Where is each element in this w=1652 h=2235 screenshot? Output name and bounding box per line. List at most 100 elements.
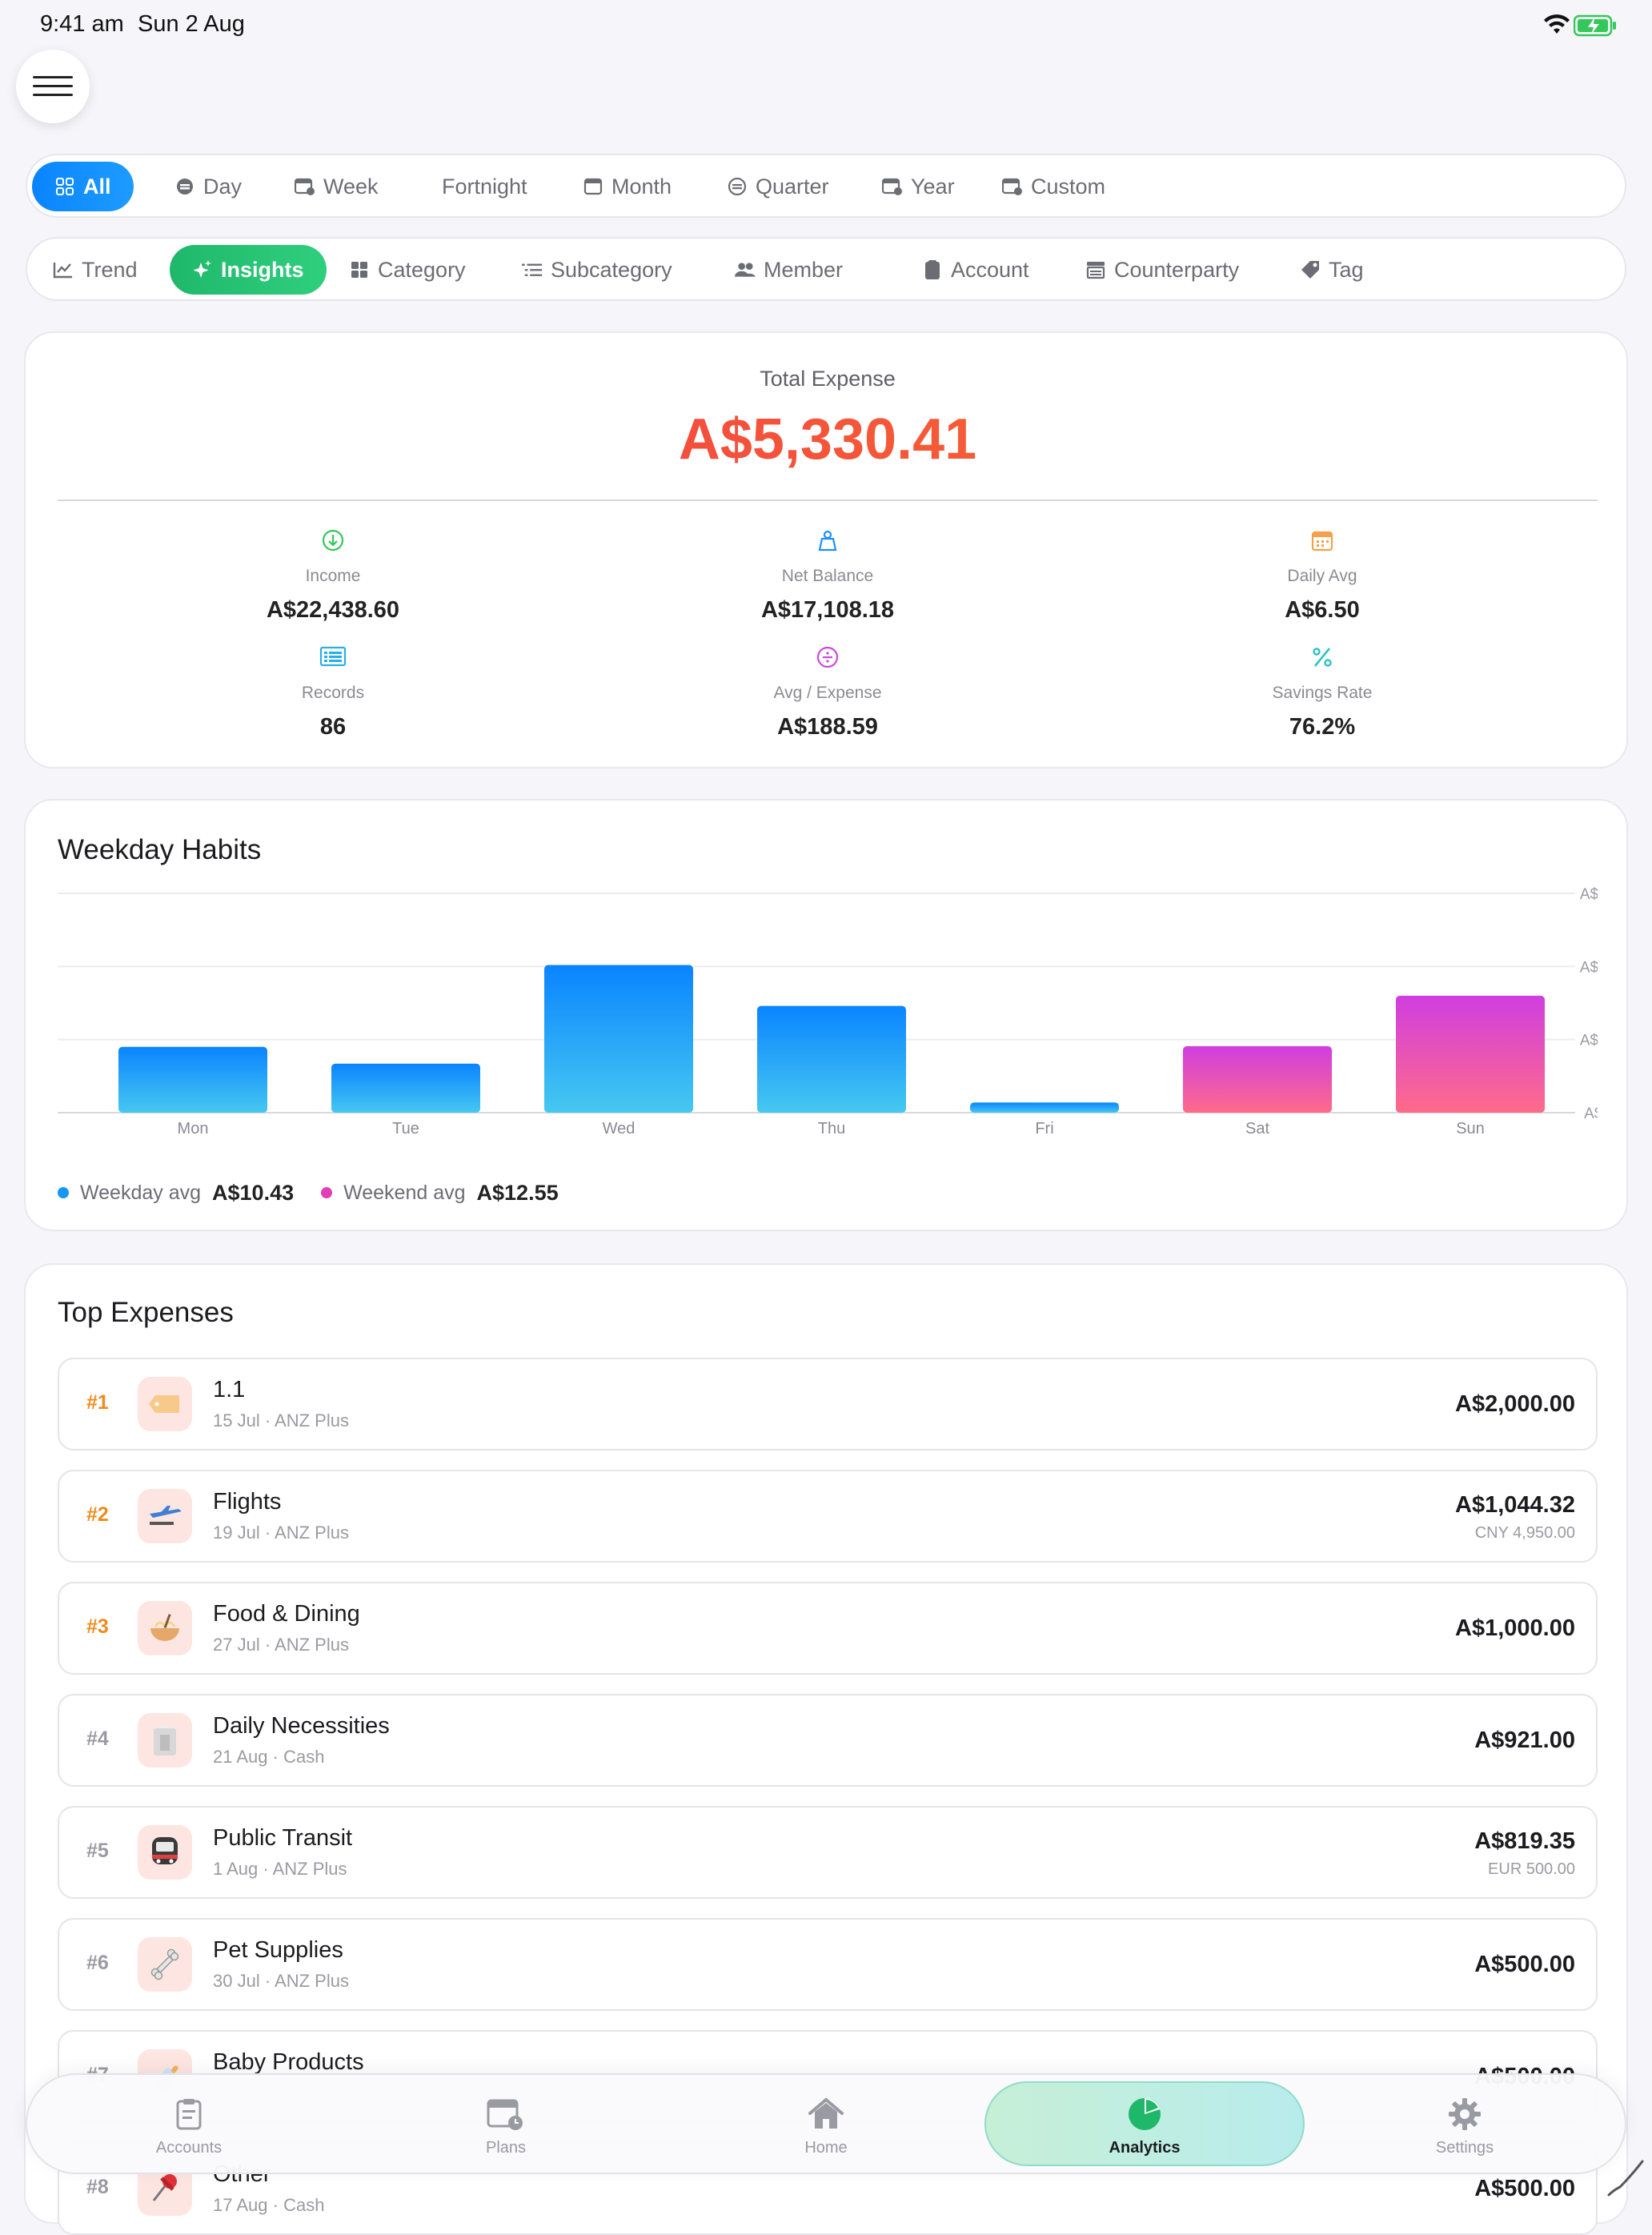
stat-value: A$22,438.60 — [266, 597, 400, 623]
stat-value: A$6.50 — [1285, 597, 1360, 623]
weekday-legend-label: Weekday avg — [80, 1181, 202, 1204]
status-date: Sun 2 Aug — [138, 11, 245, 37]
bar-fri[interactable] — [970, 1102, 1119, 1113]
period-chip-label: Week — [323, 174, 379, 199]
list-icon — [522, 259, 543, 280]
expense-original-amount: EUR 500.00 — [1488, 1860, 1575, 1878]
y-tick-label: A$20 — [1580, 959, 1598, 976]
stat-label: Daily Avg — [1287, 567, 1357, 585]
expense-rank: #1 — [86, 1391, 109, 1414]
habits-title: Weekday Habits — [58, 834, 262, 865]
hamburger-icon — [33, 76, 73, 96]
stat-label: Savings Rate — [1272, 684, 1373, 702]
divide-circle-icon — [571, 645, 1084, 672]
period-chip-label: Day — [203, 174, 243, 199]
percent-icon — [1066, 645, 1578, 672]
menu-button[interactable] — [16, 50, 90, 123]
weekday-habits-card: Weekday Habits A$0 A$10 A$20 A$30 Mon Tue Wed T… — [24, 799, 1628, 1231]
calendar-week-icon — [295, 176, 315, 197]
tab-label: Accounts — [155, 2138, 223, 2157]
expense-rank: #4 — [86, 1727, 109, 1750]
bar-mon[interactable] — [118, 1046, 267, 1113]
view-chip-tag[interactable]: Tag — [1277, 245, 1386, 295]
price-tag-icon — [138, 1377, 192, 1431]
x-tick-label: Tue — [392, 1120, 419, 1138]
bar-thu[interactable] — [757, 1005, 906, 1113]
period-chip-quarter[interactable]: Quarter — [704, 162, 852, 211]
view-chip-label: Counterparty — [1114, 257, 1240, 282]
status-time: 9:41 am — [40, 11, 124, 37]
trend-icon — [53, 259, 74, 280]
view-chip-insights[interactable]: Insights — [170, 245, 327, 295]
tag-icon — [1300, 259, 1321, 280]
x-tick-label: Thu — [818, 1120, 845, 1138]
period-chip-week[interactable]: Week — [272, 162, 401, 211]
pie-chart-icon — [1127, 2094, 1162, 2134]
expense-row[interactable]: #1 1.1 15 Jul · ANZ Plus A$2,000.00 — [58, 1358, 1598, 1451]
weekend-legend-label: Weekend avg — [343, 1181, 466, 1204]
weekday-habits-chart: A$0 A$10 A$20 A$30 Mon Tue Wed Thu Fri Sat Sun — [58, 886, 1598, 1138]
tab-label: Settings — [1435, 2138, 1494, 2157]
expense-amount: A$921.00 — [1474, 1727, 1575, 1753]
x-tick-label: Mon — [178, 1120, 209, 1138]
period-chip-month[interactable]: Month — [560, 162, 694, 211]
view-chip-counterparty[interactable]: Counterparty — [1063, 245, 1261, 295]
expense-row[interactable]: #5 Public Transit 1 Aug · ANZ Plus A$819… — [58, 1806, 1598, 1899]
view-chip-trend[interactable]: Trend — [30, 245, 160, 295]
view-chip-subcategory[interactable]: Subcategory — [499, 245, 695, 295]
expense-row[interactable]: #3 Food & Dining 27 Jul · ANZ Plus A$1,0… — [58, 1582, 1598, 1675]
stat-value: 76.2% — [1289, 714, 1356, 740]
expense-original-amount: CNY 4,950.00 — [1474, 1524, 1575, 1542]
expense-rank: #2 — [86, 1503, 109, 1526]
period-chip-fortnight[interactable]: Fortnight — [419, 162, 550, 211]
stat-label: Income — [305, 567, 361, 585]
expense-rank: #5 — [86, 1840, 109, 1862]
expense-rank: #6 — [86, 1952, 109, 1974]
expense-name: Food & Dining — [213, 1601, 360, 1627]
weekday-legend-dot — [58, 1187, 69, 1198]
tab-accounts[interactable]: Accounts — [29, 2075, 349, 2176]
view-chip-member[interactable]: Member — [712, 245, 865, 295]
expense-row[interactable]: #6 Pet Supplies 30 Jul · ANZ Plus A$500.… — [58, 1918, 1598, 2011]
weekday-legend-value: A$10.43 — [212, 1180, 295, 1205]
expense-rank: #3 — [86, 1615, 109, 1638]
clock-icon — [174, 176, 195, 197]
period-chip-all[interactable]: All — [32, 162, 134, 211]
tab-label: Analytics — [1109, 2138, 1181, 2157]
tab-label: Plans — [485, 2138, 527, 2157]
calendar-icon — [1066, 528, 1578, 556]
expense-meta: 19 Jul · ANZ Plus — [213, 1523, 349, 1543]
expense-row[interactable]: #4 Daily Necessities 21 Aug · Cash A$921… — [58, 1694, 1598, 1787]
bar-tue[interactable] — [331, 1063, 480, 1113]
period-chip-day[interactable]: Day — [152, 162, 264, 211]
habits-legend: Weekday avg A$10.43 Weekend avg A$12.55 — [58, 1177, 559, 1209]
tab-settings[interactable]: Settings — [1305, 2075, 1625, 2176]
expense-name: Daily Necessities — [213, 1713, 390, 1739]
period-chip-year[interactable]: Year — [860, 162, 977, 211]
summary-label: Total Expense — [760, 367, 896, 391]
bar-sat[interactable] — [1183, 1045, 1332, 1113]
bar-sun[interactable] — [1396, 995, 1545, 1113]
expense-row[interactable]: #2 Flights 19 Jul · ANZ Plus A$1,044.32 … — [58, 1470, 1598, 1563]
weekend-legend-dot — [321, 1187, 333, 1198]
expense-meta: 17 Aug · Cash — [213, 2195, 325, 2215]
tab-plans[interactable]: Plans — [346, 2075, 666, 2176]
calendar-custom-icon — [1002, 176, 1023, 197]
view-chip-account[interactable]: Account — [900, 245, 1052, 295]
top-expenses-title: Top Expenses — [58, 1297, 234, 1328]
stat-avg-expense: Avg / Expense A$188.59 — [571, 645, 1084, 740]
expense-rank: #8 — [86, 2176, 109, 2198]
tab-bar: Accounts Plans Home Analytics Settings — [26, 2073, 1626, 2174]
account-icon — [922, 259, 943, 280]
tab-analytics[interactable]: Analytics — [984, 2075, 1305, 2176]
people-icon — [735, 259, 756, 280]
calendar-year-icon — [882, 176, 903, 197]
status-bar: 9:41 am Sun 2 Aug — [0, 0, 1652, 51]
bar-wed[interactable] — [544, 965, 693, 1113]
period-chip-custom[interactable]: Custom — [980, 162, 1128, 211]
expense-amount: A$2,000.00 — [1455, 1391, 1575, 1417]
tab-home[interactable]: Home — [666, 2075, 986, 2176]
y-tick-label: A$0 — [1584, 1105, 1598, 1122]
view-chip-category[interactable]: Category — [327, 245, 488, 295]
period-chip-label: Year — [911, 174, 955, 199]
